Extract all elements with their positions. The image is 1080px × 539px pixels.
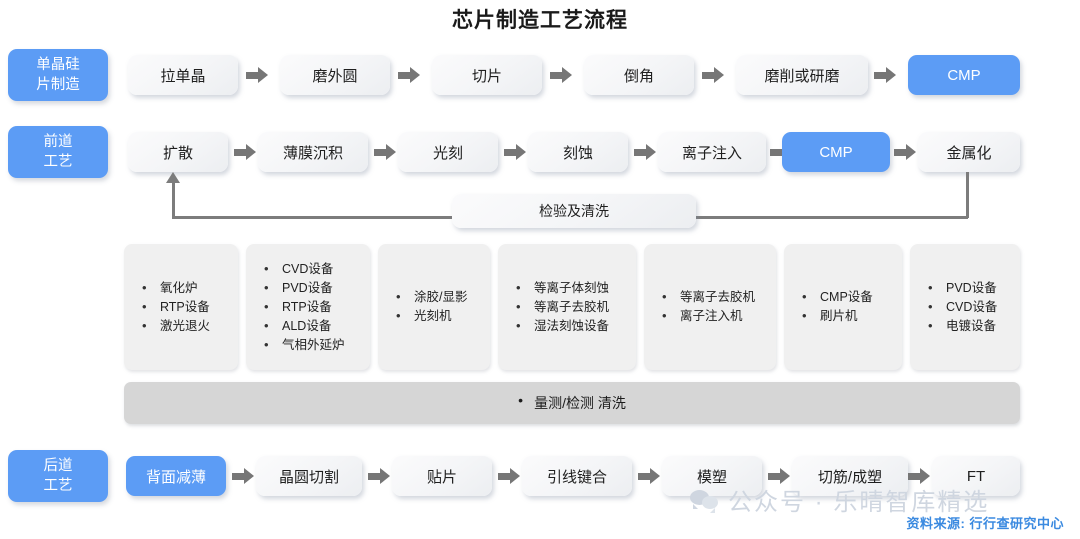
equipment-card-etch: 等离子体刻蚀 等离子去胶机 湿法刻蚀设备 xyxy=(498,244,636,370)
arrow-right-icon xyxy=(908,468,930,484)
equipment-item: 气相外延炉 xyxy=(260,335,370,355)
process-box-ion-implantation[interactable]: 离子注入 xyxy=(658,132,766,172)
equipment-card-cmp: CMP设备 刷片机 xyxy=(784,244,902,370)
equipment-item: RTP设备 xyxy=(138,297,238,317)
arrow-right-icon xyxy=(874,67,896,83)
process-box-cmp-wafer[interactable]: CMP xyxy=(908,55,1020,95)
stage-label-backend-line2: 工艺 xyxy=(43,478,73,494)
loop-line-right-vertical xyxy=(966,172,969,218)
page-title: 芯片制造工艺流程 xyxy=(452,9,628,32)
stage-label-frontend-line1: 前道 xyxy=(43,134,73,150)
measurement-bar: 量测/检测 清洗 xyxy=(124,382,1020,424)
equipment-item: 刷片机 xyxy=(798,306,902,326)
equipment-item: PVD设备 xyxy=(924,278,1020,298)
process-box-diffusion[interactable]: 扩散 xyxy=(128,132,228,172)
stage-label-frontend: 前道 工艺 xyxy=(8,126,108,178)
process-box-backside-thinning[interactable]: 背面减薄 xyxy=(126,456,226,496)
equipment-item: RTP设备 xyxy=(260,297,370,317)
loop-arrow-up-icon xyxy=(166,172,180,183)
arrow-right-icon xyxy=(232,468,254,484)
process-box-lapping[interactable]: 磨削或研磨 xyxy=(736,55,868,95)
process-box-final-test[interactable]: FT xyxy=(932,456,1020,496)
arrow-right-icon xyxy=(498,468,520,484)
equipment-item: 涂胶/显影 xyxy=(392,287,490,307)
process-box-wafer-dicing[interactable]: 晶圆切割 xyxy=(256,456,362,496)
process-box-slicing[interactable]: 切片 xyxy=(432,55,542,95)
equipment-card-diffusion: 氧化炉 RTP设备 激光退火 xyxy=(124,244,238,370)
stage-label-frontend-line2: 工艺 xyxy=(43,154,73,170)
equipment-list: CMP设备 刷片机 xyxy=(784,287,902,326)
process-box-grinding-outer[interactable]: 磨外圆 xyxy=(280,55,390,95)
process-box-etching[interactable]: 刻蚀 xyxy=(528,132,628,172)
equipment-item: 等离子体刻蚀 xyxy=(512,278,636,298)
equipment-card-deposition: CVD设备 PVD设备 RTP设备 ALD设备 气相外延炉 xyxy=(246,244,370,370)
process-box-metallization[interactable]: 金属化 xyxy=(918,132,1020,172)
stage-label-wafer-line1: 单晶硅 xyxy=(36,57,80,73)
arrow-right-icon xyxy=(638,468,660,484)
process-box-die-attach[interactable]: 贴片 xyxy=(392,456,492,496)
equipment-list: 等离子体刻蚀 等离子去胶机 湿法刻蚀设备 xyxy=(498,278,636,336)
equipment-item: 等离子去胶机 xyxy=(658,287,776,307)
arrow-right-icon xyxy=(894,144,916,160)
process-box-wire-bonding[interactable]: 引线键合 xyxy=(522,456,632,496)
equipment-item: 电镀设备 xyxy=(924,316,1020,336)
equipment-item: CVD设备 xyxy=(260,259,370,279)
arrow-right-icon xyxy=(246,67,268,83)
equipment-item: 激光退火 xyxy=(138,316,238,336)
arrow-right-icon xyxy=(702,67,724,83)
equipment-item: 光刻机 xyxy=(392,306,490,326)
process-box-inspection-cleaning[interactable]: 检验及清洗 xyxy=(452,194,696,228)
equipment-item: 氧化炉 xyxy=(138,278,238,298)
flowchart-canvas: 芯片制造工艺流程 单晶硅 片制造 拉单晶 磨外圆 切片 倒角 磨削或研磨 CMP… xyxy=(0,0,1080,539)
stage-label-wafer: 单晶硅 片制造 xyxy=(8,49,108,101)
equipment-list: 涂胶/显影 光刻机 xyxy=(378,287,490,326)
process-box-trim-form[interactable]: 切筋/成塑 xyxy=(792,456,908,496)
process-box-lift-single-crystal[interactable]: 拉单晶 xyxy=(128,55,238,95)
equipment-card-implant: 等离子去胶机 离子注入机 xyxy=(644,244,776,370)
process-box-thin-film-deposition[interactable]: 薄膜沉积 xyxy=(258,132,368,172)
process-box-molding[interactable]: 模塑 xyxy=(662,456,762,496)
equipment-list: 等离子去胶机 离子注入机 xyxy=(644,287,776,326)
equipment-item: CVD设备 xyxy=(924,297,1020,317)
equipment-list: PVD设备 CVD设备 电镀设备 xyxy=(910,278,1020,336)
arrow-right-icon xyxy=(234,144,256,160)
arrow-right-icon xyxy=(504,144,526,160)
measurement-bar-label: 量测/检测 清洗 xyxy=(518,392,626,413)
equipment-item: PVD设备 xyxy=(260,278,370,298)
arrow-right-icon xyxy=(768,468,790,484)
process-box-cmp-frontend[interactable]: CMP xyxy=(782,132,890,172)
equipment-item: ALD设备 xyxy=(260,316,370,336)
equipment-item: 湿法刻蚀设备 xyxy=(512,316,636,336)
equipment-card-litho: 涂胶/显影 光刻机 xyxy=(378,244,490,370)
equipment-list: CVD设备 PVD设备 RTP设备 ALD设备 气相外延炉 xyxy=(246,259,370,355)
equipment-item: CMP设备 xyxy=(798,287,902,307)
arrow-right-icon xyxy=(368,468,390,484)
arrow-right-icon xyxy=(550,67,572,83)
stage-label-backend: 后道 工艺 xyxy=(8,450,108,502)
equipment-item: 等离子去胶机 xyxy=(512,297,636,317)
loop-line-left-vertical xyxy=(172,182,175,218)
arrow-right-icon xyxy=(374,144,396,160)
stage-label-backend-line1: 后道 xyxy=(43,458,73,474)
stage-label-wafer-line2: 片制造 xyxy=(36,77,80,93)
arrow-right-icon xyxy=(634,144,656,160)
source-note: 资料来源: 行行查研究中心 xyxy=(906,516,1064,531)
equipment-list: 氧化炉 RTP设备 激光退火 xyxy=(124,278,238,336)
process-box-photolithography[interactable]: 光刻 xyxy=(398,132,498,172)
process-box-chamfering[interactable]: 倒角 xyxy=(584,55,694,95)
arrow-right-icon xyxy=(398,67,420,83)
equipment-card-metal: PVD设备 CVD设备 电镀设备 xyxy=(910,244,1020,370)
equipment-item: 离子注入机 xyxy=(658,306,776,326)
